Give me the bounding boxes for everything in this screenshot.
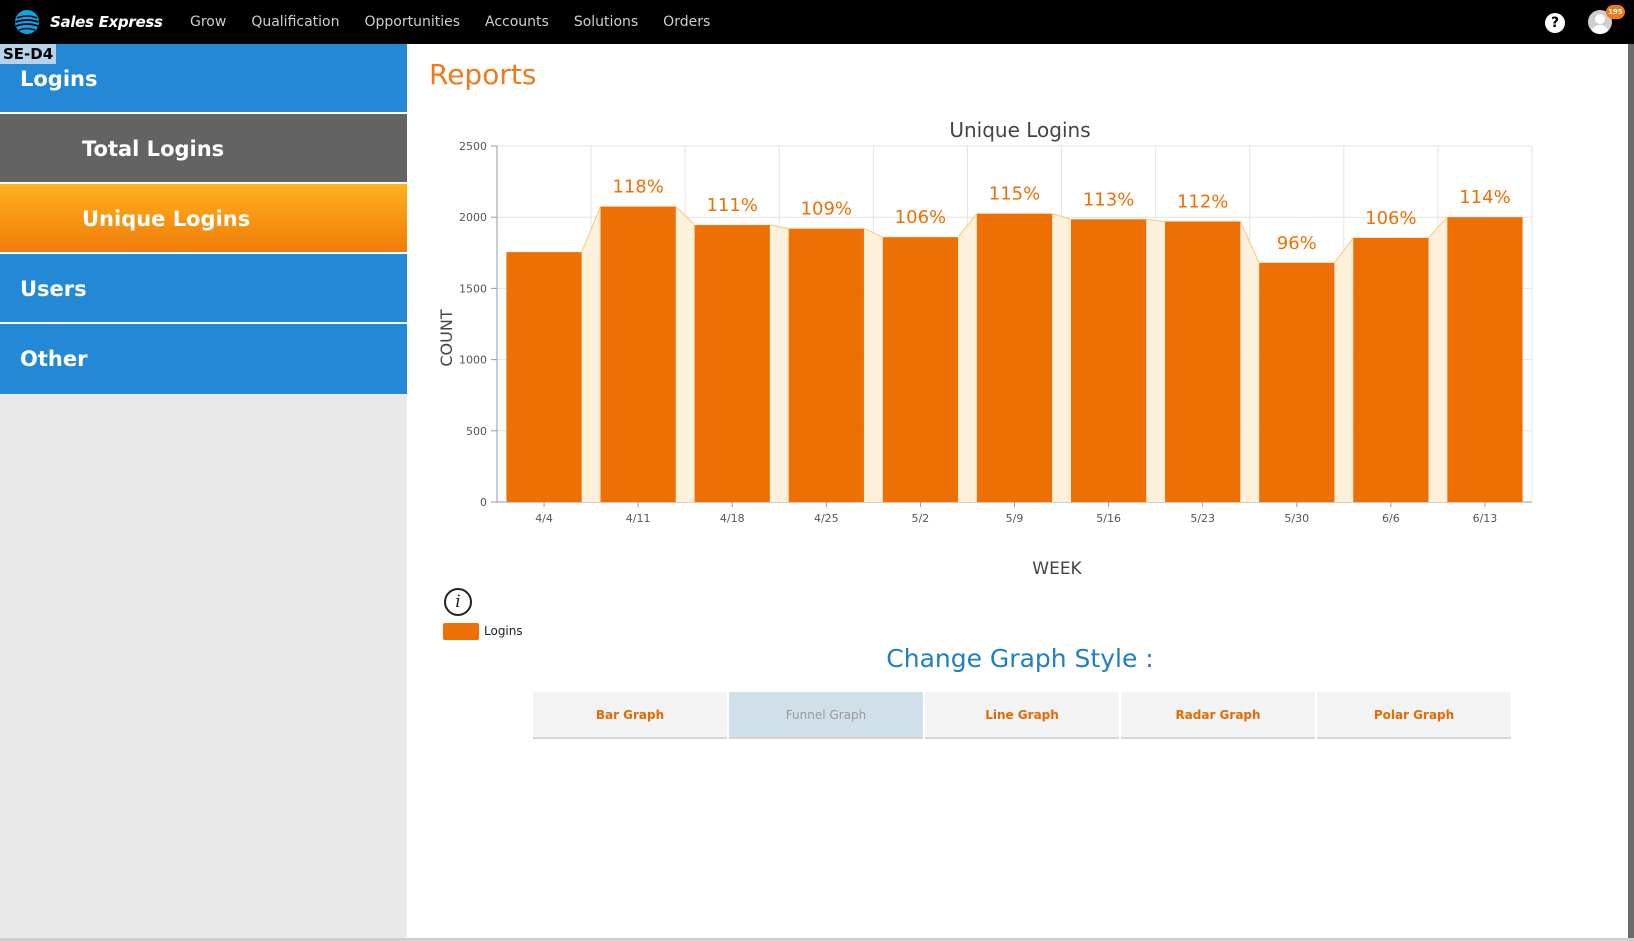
data-label: 115% xyxy=(989,184,1040,205)
bars: 118% 111% 109% 106% 115% 113% 112% 96% 106% 114% xyxy=(506,177,1523,503)
data-label: 111% xyxy=(706,195,757,216)
y-tick-label: 2500 xyxy=(459,140,487,153)
notification-badge: 195 xyxy=(1606,5,1625,19)
data-label: 113% xyxy=(1083,189,1134,210)
bar-graph-button[interactable]: Bar Graph xyxy=(533,692,727,739)
sidebar-item-logins[interactable]: Logins xyxy=(0,44,407,114)
sidebar-item-users[interactable]: Users xyxy=(0,254,407,324)
top-navbar: Sales Express Grow Qualification Opportu… xyxy=(0,0,1634,44)
y-axis: 0 500 1000 1500 2000 2500 xyxy=(459,140,497,509)
nav-qualification[interactable]: Qualification xyxy=(251,14,339,30)
nav-orders[interactable]: Orders xyxy=(663,14,710,30)
funnel-connector xyxy=(958,213,977,502)
x-tick-label: 4/18 xyxy=(720,512,745,525)
info-icon[interactable]: i xyxy=(444,588,472,616)
nav-solutions[interactable]: Solutions xyxy=(574,14,638,30)
x-axis: 4/4 4/11 4/18 4/25 5/2 5/9 5/16 5/23 5/30 6/6 6/13 xyxy=(535,502,1497,525)
avatar-head xyxy=(1595,14,1605,24)
bar-6-13[interactable] xyxy=(1447,217,1523,502)
sidebar-item-label: Logins xyxy=(20,67,98,91)
legend-label: Logins xyxy=(484,624,523,638)
brand[interactable]: Sales Express xyxy=(14,9,163,35)
graph-style-buttons: Bar Graph Funnel Graph Line Graph Radar … xyxy=(533,692,1513,739)
avatar-body xyxy=(1591,25,1609,34)
nav-opportunities[interactable]: Opportunities xyxy=(364,14,460,30)
bar-5-23[interactable] xyxy=(1165,221,1241,503)
sidebar-item-total-logins[interactable]: Total Logins xyxy=(0,114,407,184)
funnel-graph-button[interactable]: Funnel Graph xyxy=(729,692,923,739)
x-axis-label: WEEK xyxy=(1032,559,1082,579)
y-axis-label: COUNT xyxy=(437,309,456,366)
x-tick-label: 6/6 xyxy=(1382,512,1400,525)
y-tick-label: 1500 xyxy=(459,282,487,295)
page-title: Reports xyxy=(429,58,537,91)
x-tick-label: 5/23 xyxy=(1190,512,1215,525)
change-graph-style-title: Change Graph Style : xyxy=(886,644,1154,673)
bar-4-11[interactable] xyxy=(600,206,676,502)
bar-5-9[interactable] xyxy=(976,213,1053,502)
data-label: 118% xyxy=(612,177,663,198)
funnel-connector xyxy=(1240,221,1260,503)
data-label: 112% xyxy=(1177,191,1228,212)
att-globe-icon xyxy=(15,10,39,34)
bar-4-18[interactable] xyxy=(694,225,770,503)
x-tick-label: 5/30 xyxy=(1284,512,1309,525)
funnel-connector xyxy=(863,228,883,502)
data-label: 106% xyxy=(1365,208,1416,229)
bar-5-2[interactable] xyxy=(882,237,959,503)
window-edge xyxy=(1628,44,1634,941)
line-graph-button[interactable]: Line Graph xyxy=(925,692,1119,739)
funnel-connector xyxy=(581,206,601,502)
bar-5-16[interactable] xyxy=(1070,219,1147,502)
sidebar-item-label: Users xyxy=(20,277,87,301)
unique-logins-chart: Unique Logins 05001000150020002500 118%1… xyxy=(437,118,1533,579)
sidebar: Logins Total Logins Unique Logins Users … xyxy=(0,44,407,938)
x-tick-label: 6/13 xyxy=(1473,512,1498,525)
chart-title: Unique Logins xyxy=(949,118,1090,142)
main-nav: Grow Qualification Opportunities Account… xyxy=(190,0,735,44)
help-icon[interactable]: ? xyxy=(1545,13,1565,33)
funnel-connector xyxy=(769,225,789,503)
nav-accounts[interactable]: Accounts xyxy=(485,14,549,30)
env-tag: SE-D4 xyxy=(0,44,57,64)
bar-5-30[interactable] xyxy=(1259,262,1335,502)
x-tick-label: 4/11 xyxy=(626,512,651,525)
x-tick-label: 4/25 xyxy=(814,512,839,525)
funnel-connector xyxy=(1334,237,1354,502)
nav-grow[interactable]: Grow xyxy=(190,14,226,30)
x-tick-label: 4/4 xyxy=(535,512,553,525)
funnel-connector xyxy=(675,206,695,502)
radar-graph-button[interactable]: Radar Graph xyxy=(1121,692,1315,739)
bar-6-6[interactable] xyxy=(1353,237,1429,502)
x-tick-label: 5/16 xyxy=(1096,512,1121,525)
funnel-connector xyxy=(1052,213,1071,502)
brand-name: Sales Express xyxy=(50,13,163,31)
y-tick-label: 0 xyxy=(480,496,487,509)
x-tick-label: 5/9 xyxy=(1006,512,1024,525)
sidebar-item-label: Total Logins xyxy=(82,137,225,161)
y-tick-label: 500 xyxy=(466,425,487,438)
funnel-connector xyxy=(1428,217,1448,502)
bar-4-25[interactable] xyxy=(788,228,864,502)
data-label: 109% xyxy=(801,199,852,220)
data-label: 114% xyxy=(1459,187,1510,208)
sidebar-item-other[interactable]: Other xyxy=(0,324,407,394)
sidebar-item-label: Other xyxy=(20,347,88,371)
sidebar-item-label: Unique Logins xyxy=(82,207,251,231)
y-tick-label: 1000 xyxy=(459,354,487,367)
polar-graph-button[interactable]: Polar Graph xyxy=(1317,692,1511,739)
y-tick-label: 2000 xyxy=(459,211,487,224)
sidebar-item-unique-logins[interactable]: Unique Logins xyxy=(0,184,407,254)
data-label: 106% xyxy=(895,207,946,228)
x-tick-label: 5/2 xyxy=(912,512,930,525)
legend-swatch xyxy=(443,623,479,640)
data-label: 96% xyxy=(1277,233,1317,254)
funnel-connector xyxy=(1146,219,1166,502)
bar-4-4[interactable] xyxy=(506,252,582,502)
